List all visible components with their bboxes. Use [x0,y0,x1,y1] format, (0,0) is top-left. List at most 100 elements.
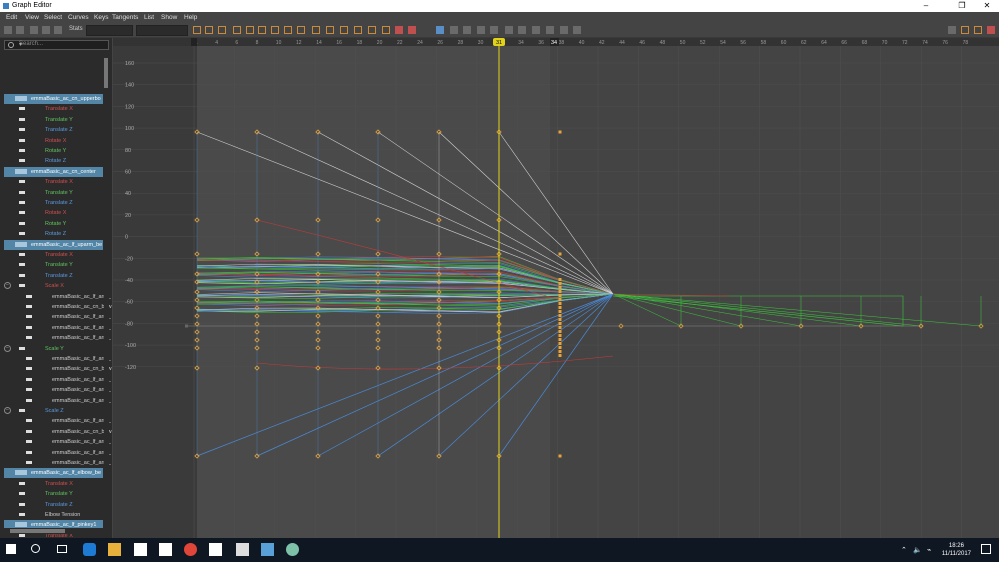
outliner-sub-item[interactable]: emmaBasic_ac_lf_arm_ [0,416,111,426]
keyframe[interactable] [558,330,562,333]
break-tangent-icon[interactable] [354,26,362,34]
minimize-button[interactable]: – [915,1,937,11]
outliner-attribute[interactable]: Translate X [0,479,104,489]
outliner-attribute[interactable]: Translate X [0,177,104,187]
app-icon-blue[interactable] [261,543,274,556]
close-button[interactable]: ✕ [976,1,998,11]
keyframe[interactable] [558,454,562,458]
trax-icon[interactable] [518,26,526,34]
keyframe[interactable] [558,306,562,309]
linear-tangent-icon[interactable] [271,26,279,34]
outliner-sub-item[interactable]: emmaBasic_ac_lf_arm_ [0,385,111,395]
graph-options-icon[interactable] [987,26,995,34]
move-key-icon[interactable] [4,26,12,34]
media-player-icon[interactable] [236,543,249,556]
swap-buffer-icon[interactable] [340,26,348,34]
graph-view[interactable]: 1468101214161820222426283032343638404244… [113,38,999,538]
keyframe[interactable] [558,302,562,305]
file-explorer-icon[interactable] [108,543,121,556]
outliner-attribute[interactable]: Translate Y [0,188,104,198]
outliner-sub-item[interactable]: emmaBasic_ac_lf_arm_ [0,458,111,468]
stats-value-field[interactable] [136,25,188,36]
layout-icon[interactable] [961,26,969,34]
keyframe[interactable] [558,298,562,301]
maya-file-icon[interactable] [209,543,222,556]
outliner-attribute[interactable]: Translate Y [0,115,104,125]
outliner-attribute-group[interactable]: − Scale Z [0,406,104,416]
outliner-attribute[interactable]: Translate Z [0,500,104,510]
outliner-attribute[interactable]: Rotate Y [0,219,104,229]
outliner-sub-item[interactable]: emmaBasic_ac_lf_arm_ [0,448,111,458]
keyframe[interactable] [558,282,562,285]
cortana-icon[interactable] [31,544,40,553]
chrome-icon[interactable] [184,543,197,556]
outliner-attribute[interactable]: Translate X [0,104,104,114]
outliner-attribute[interactable]: Translate Z [0,198,104,208]
outliner-vertical-scrollbar[interactable] [104,56,109,530]
frame-selection-icon[interactable] [205,26,213,34]
outliner-node[interactable]: emmaBasic_ac_cn_upperbo [4,94,103,104]
keyframe[interactable] [558,354,562,357]
chevron-down-icon[interactable]: ▾ [19,41,106,48]
outliner-sub-item[interactable]: emmaBasic_ac_cn_bdw [0,364,112,374]
outliner-attribute[interactable]: Translate Y [0,489,104,499]
value-snap-icon[interactable] [436,26,444,34]
outliner-sub-item[interactable]: emmaBasic_ac_lf_arm_ [0,312,111,322]
start-icon[interactable] [6,544,16,554]
outliner-attribute-group[interactable]: − Scale Y [0,344,104,354]
outliner-attribute[interactable]: Translate X [0,250,104,260]
tangent-display-icon[interactable] [560,26,568,34]
post-infinity-icon[interactable] [490,26,498,34]
notifications-icon[interactable] [981,544,991,554]
panel-icon[interactable] [974,26,982,34]
region-icon[interactable] [42,26,50,34]
keyframe[interactable] [558,294,562,297]
lock-weight-icon[interactable] [395,26,403,34]
normalize-icon[interactable] [450,26,458,34]
frame-playback-icon[interactable] [218,26,226,34]
search-field[interactable]: Search... ▾ [4,40,109,50]
outliner-attribute[interactable]: Elbow Tension [0,510,104,520]
scrollbar-thumb[interactable] [10,529,65,533]
outliner-sub-item[interactable]: emmaBasic_ac_lf_arm_ [0,396,111,406]
collapse-icon[interactable]: − [4,407,11,414]
collapse-icon[interactable]: − [4,282,11,290]
store-icon[interactable] [134,543,147,556]
outliner-sub-item[interactable]: emmaBasic_ac_lf_arm_ [0,292,111,302]
keyframe[interactable] [558,318,562,321]
flat-tangent-icon[interactable] [284,26,292,34]
keyframe[interactable] [558,252,562,256]
stats-time-field[interactable] [86,25,133,36]
outliner-attribute-group[interactable]: − Scale X [0,281,104,291]
outliner-attribute[interactable]: Translate Z [0,271,104,281]
outliner-attribute[interactable]: Translate Z [0,125,104,135]
menu-help[interactable]: Help [184,14,197,21]
menu-curves[interactable]: Curves [68,14,89,21]
retime-icon[interactable] [54,26,62,34]
clock[interactable]: 18:26 11/11/2017 [942,542,971,558]
outliner-sub-item[interactable]: emmaBasic_ac_lf_arm_ [0,437,111,447]
maximize-button[interactable]: ❐ [951,1,973,11]
menu-select[interactable]: Select [44,14,62,21]
key-display-icon[interactable] [573,26,581,34]
keyframe[interactable] [558,342,562,345]
outliner-sub-item[interactable]: emmaBasic_ac_lf_arm_ [0,375,111,385]
keyframe[interactable] [558,130,562,134]
buffer-curve-icon[interactable] [326,26,334,34]
outliner-sub-item[interactable]: emmaBasic_ac_cn_bdw [0,302,112,312]
pre-infinity-icon[interactable] [477,26,485,34]
keyframe[interactable] [558,322,562,325]
plateau-tangent-icon[interactable] [312,26,320,34]
outliner-attribute[interactable]: Rotate Z [0,156,104,166]
outliner-sub-item[interactable]: emmaBasic_ac_lf_arm_ [0,354,111,364]
keyframe[interactable] [185,324,188,328]
step-tangent-icon[interactable] [297,26,305,34]
free-weight-icon[interactable] [382,26,390,34]
scrollbar-thumb[interactable] [104,58,108,88]
clamped-tangent-icon[interactable] [258,26,266,34]
keyframe[interactable] [558,346,562,349]
keyframe[interactable] [558,286,562,289]
auto-tangent-icon[interactable] [233,26,241,34]
outliner-attribute[interactable]: Rotate X [0,208,104,218]
keyframe[interactable] [558,310,562,313]
